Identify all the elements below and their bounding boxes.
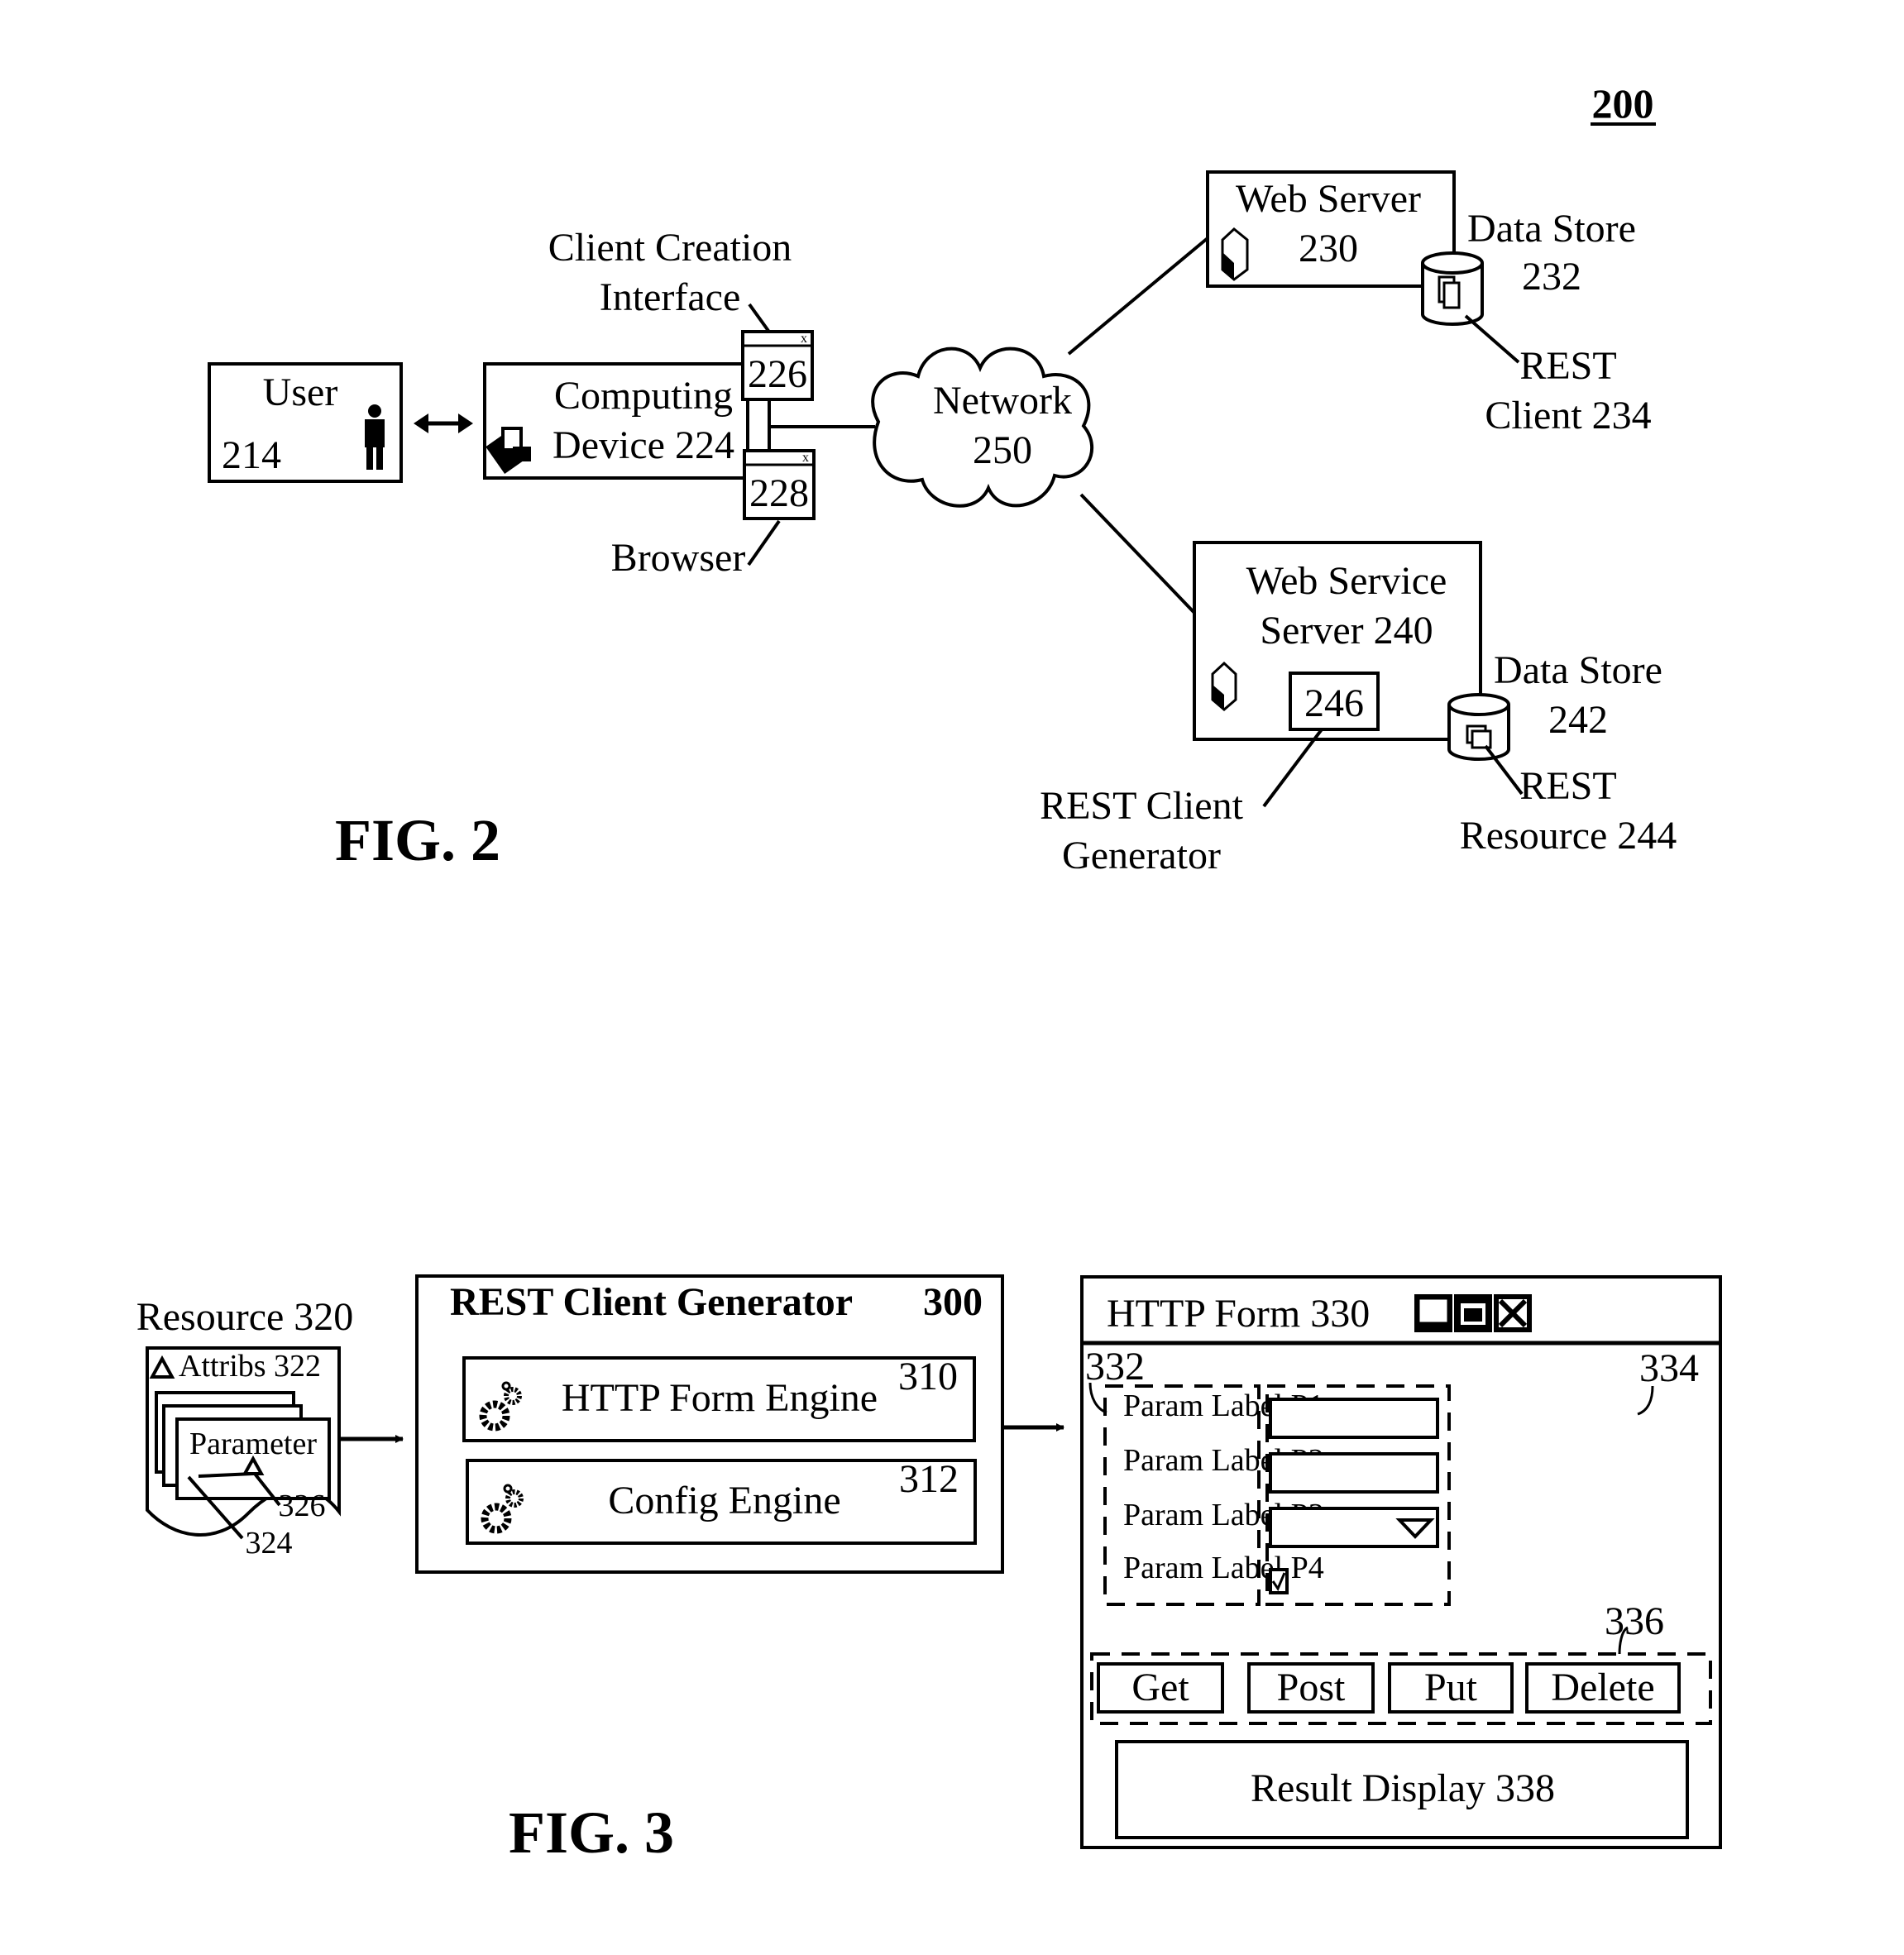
engine-label: Config Engine <box>608 1479 840 1522</box>
leader-234 <box>1464 314 1520 364</box>
web-server-line1: Web Server <box>1236 177 1421 221</box>
fig2-caption: FIG. 2 <box>335 807 500 873</box>
component-246-ref: 246 <box>1304 681 1364 725</box>
get-button-label: Get <box>1131 1666 1189 1709</box>
client-creation-interface-line1: Client Creation <box>548 226 792 270</box>
database-icon <box>1447 693 1510 716</box>
fig3: Resource 320 Attribs 322 Parameter 326 3… <box>136 1274 1722 1866</box>
computing-device-node: Computing Device 224 <box>483 362 749 480</box>
delete-button[interactable]: Delete <box>1525 1662 1681 1714</box>
web-service-server-line1: Web Service <box>1246 559 1447 603</box>
close-icon: x <box>801 332 807 346</box>
attribs-label: Attribs 322 <box>179 1349 321 1384</box>
server-icon <box>1211 661 1237 711</box>
minimize-button[interactable] <box>1414 1294 1452 1332</box>
fig2: User 214 Computing Device 224 x 226 Clie… <box>208 170 1677 877</box>
close-button[interactable] <box>1494 1294 1532 1332</box>
param-p1-input[interactable] <box>1269 1398 1439 1439</box>
engine-config: Config Engine 312 <box>466 1457 977 1545</box>
param-label: Param Label P4 <box>1123 1551 1324 1585</box>
fig3-caption: FIG. 3 <box>509 1800 674 1866</box>
user-node: User 214 <box>208 362 403 483</box>
data-store-242-line1: Data Store <box>1494 648 1662 692</box>
generator-ref: 300 <box>923 1280 983 1324</box>
window-controls <box>1414 1294 1532 1332</box>
computing-device-line1: Computing <box>554 374 733 418</box>
param-p4-checkbox[interactable] <box>1269 1568 1289 1594</box>
rest-client-generator-line1: REST Client <box>1040 784 1243 828</box>
network-line2: 250 <box>973 428 1032 472</box>
engine-ref: 312 <box>899 1457 959 1501</box>
network-line1: Network <box>933 379 1072 423</box>
window-228-ref: 228 <box>749 471 809 515</box>
resource-title: Resource 320 <box>136 1295 354 1339</box>
data-store-242-line2: 242 <box>1548 698 1608 742</box>
user-ref: 214 <box>222 433 281 477</box>
browser-label: Browser <box>611 536 746 580</box>
generator-title: REST Client Generator <box>450 1280 853 1324</box>
rest-client-generator-300: REST Client Generator 300 HTTP Form Engi… <box>415 1274 1004 1574</box>
param-p3-dropdown[interactable] <box>1269 1507 1439 1548</box>
maximize-button[interactable] <box>1454 1294 1492 1332</box>
rest-resource-244-line2: Resource 244 <box>1460 814 1677 858</box>
window-226-ref: 226 <box>748 352 807 396</box>
rest-client-generator-line2: Generator <box>1062 834 1221 877</box>
ref-324: 324 <box>246 1526 293 1561</box>
web-service-server-line2: Server 240 <box>1260 609 1433 652</box>
get-button[interactable]: Get <box>1097 1662 1224 1714</box>
browser-window: x 228 <box>743 449 816 520</box>
ref-336: 336 <box>1605 1599 1664 1643</box>
delete-button-label: Delete <box>1551 1666 1654 1709</box>
documents-icon <box>1438 275 1461 309</box>
put-button[interactable]: Put <box>1388 1662 1514 1714</box>
post-button-label: Post <box>1277 1666 1346 1709</box>
patent-drawing-sheet: 200 User 214 Computing Device 224 x 226 … <box>136 80 1722 1866</box>
user-device-arrow <box>414 413 473 433</box>
post-button[interactable]: Post <box>1247 1662 1375 1714</box>
engine-ref: 310 <box>898 1355 958 1398</box>
resource-320: Resource 320 Attribs 322 Parameter 326 3… <box>136 1295 354 1561</box>
web-server-node: Web Server 230 <box>1206 170 1456 288</box>
rest-client-234-line2: Client 234 <box>1485 394 1651 437</box>
http-form-window[interactable]: HTTP Form 330 332 334 Param Label P1 Par… <box>1080 1275 1722 1849</box>
network-cloud: Network 250 <box>871 347 1093 508</box>
put-button-label: Put <box>1424 1666 1478 1709</box>
connector-network-webserver <box>1067 237 1209 356</box>
data-store-232-line1: Data Store <box>1467 207 1636 251</box>
result-display-label: Result Display 338 <box>1251 1766 1555 1810</box>
param-p2-input[interactable] <box>1269 1452 1439 1494</box>
form-title: HTTP Form 330 <box>1107 1292 1370 1336</box>
engine-label: HTTP Form Engine <box>562 1376 878 1420</box>
connector-network-webservice <box>1079 493 1197 615</box>
web-server-line2: 230 <box>1299 227 1358 270</box>
rest-client-234-line1: REST <box>1519 344 1616 388</box>
close-icon: x <box>802 451 809 465</box>
ref-326: 326 <box>279 1489 326 1523</box>
user-label: User <box>263 370 338 414</box>
ref-334: 334 <box>1639 1346 1699 1390</box>
database-icon <box>1421 251 1484 275</box>
sheet-reference: 200 <box>1591 80 1656 127</box>
data-store-232-line2: 232 <box>1522 255 1581 299</box>
leader-226 <box>748 303 770 332</box>
computing-device-line2: Device 224 <box>553 423 734 467</box>
web-service-server-node: Web Service Server 240 246 <box>1193 541 1482 741</box>
rest-resource-244-line1: REST <box>1519 764 1616 808</box>
engine-http-form: HTTP Form Engine 310 <box>462 1355 976 1442</box>
client-creation-interface-window: x 226 <box>741 330 814 401</box>
client-creation-interface-line2: Interface <box>600 275 741 319</box>
leader-228 <box>747 519 781 566</box>
sheet-ref-number: 200 <box>1592 80 1654 127</box>
server-icon <box>1221 227 1249 281</box>
ref-332: 332 <box>1085 1345 1145 1389</box>
